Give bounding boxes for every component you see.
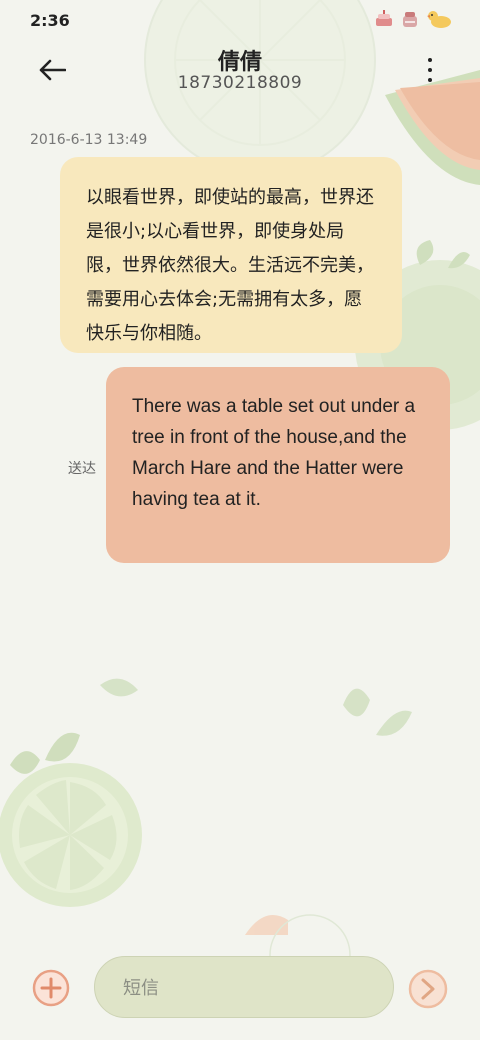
cake-icon xyxy=(374,10,394,28)
attach-button[interactable] xyxy=(32,969,70,1007)
message-text: 以眼看世界，即使站的最高，世界还是很小;以心看世界，即使身处局限，世界依然很大。… xyxy=(86,187,374,344)
outgoing-message-bubble[interactable]: There was a table set out under a tree i… xyxy=(106,367,450,563)
send-button[interactable] xyxy=(408,969,448,1009)
duck-icon xyxy=(426,10,452,28)
more-options-button[interactable] xyxy=(418,58,442,82)
message-input[interactable] xyxy=(121,957,375,1019)
cake-icon xyxy=(400,10,420,28)
contact-name: 倩倩 xyxy=(217,50,262,75)
conversation-header: 倩倩 18730218809 xyxy=(0,40,480,120)
delivery-status: 送达 xyxy=(68,461,96,477)
message-composer xyxy=(0,940,480,1040)
message-input-container xyxy=(94,956,394,1019)
status-bar: 2:36 xyxy=(0,0,480,40)
message-text: There was a table set out under a tree i… xyxy=(132,396,416,510)
contact-number: 18730218809 xyxy=(177,73,303,93)
status-icons xyxy=(374,10,452,28)
incoming-message-bubble[interactable]: 以眼看世界，即使站的最高，世界还是很小;以心看世界，即使身处局限，世界依然很大。… xyxy=(60,157,402,353)
status-time: 2:36 xyxy=(30,11,70,30)
bottom-lime-decoration xyxy=(0,732,142,907)
more-vertical-icon xyxy=(428,58,432,62)
send-icon xyxy=(408,969,448,1009)
message-timestamp: 2016-6-13 13:49 xyxy=(30,132,148,148)
leaf-decoration xyxy=(100,678,412,736)
plus-circle-icon xyxy=(32,969,70,1007)
